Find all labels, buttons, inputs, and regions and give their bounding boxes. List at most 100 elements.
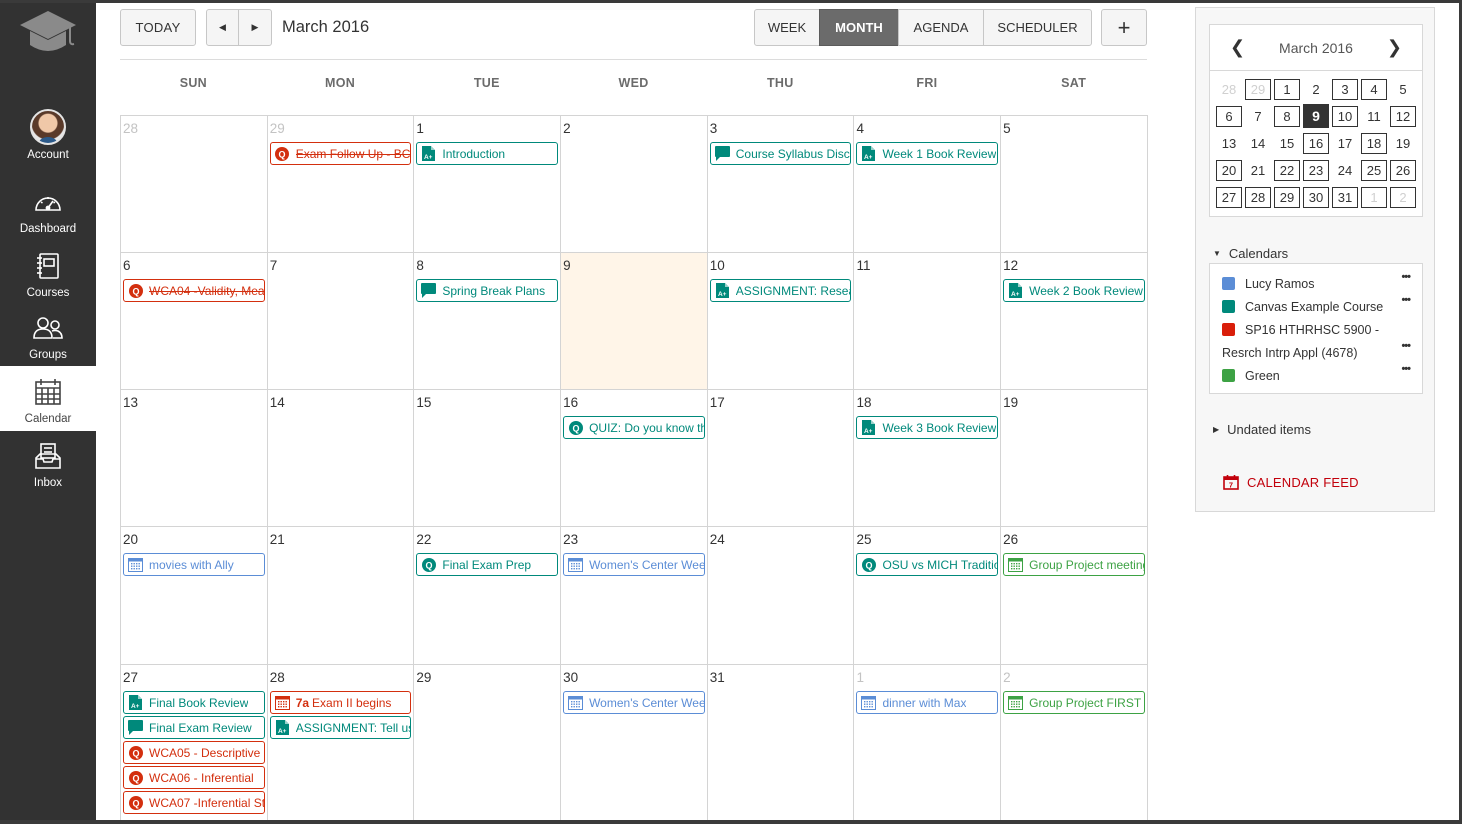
mini-calendar-day[interactable]: 7 <box>1245 106 1271 127</box>
day-cell[interactable]: 6 Q WCA04 -Validity, Measurement <box>121 253 268 390</box>
calendar-event[interactable]: Q WCA07 -Inferential Statistics <box>123 791 265 814</box>
undated-items-toggle[interactable]: ▶ Undated items <box>1213 422 1311 437</box>
more-options-icon[interactable]: ••• <box>1401 340 1411 352</box>
mini-calendar-day[interactable]: 5 <box>1390 79 1416 100</box>
mini-calendar-day[interactable]: 15 <box>1274 133 1300 154</box>
calendar-item[interactable]: SP16 HTHRHSC 5900 - Resrch Intrp Appl (4… <box>1222 318 1422 364</box>
day-cell[interactable]: 14 <box>267 390 415 527</box>
day-cell[interactable]: 27 A+ Final Book Review Final Exam Review Q W… <box>121 665 268 820</box>
mini-calendar-day[interactable]: 16 <box>1303 133 1329 154</box>
calendar-event[interactable]: Group Project meeting <box>1003 553 1145 576</box>
calendar-event[interactable]: dinner with Max <box>856 691 999 714</box>
mini-calendar-day[interactable]: 24 <box>1332 160 1358 181</box>
mini-calendar-day[interactable]: 26 <box>1390 160 1416 181</box>
nav-inbox[interactable]: Inbox <box>0 439 96 491</box>
mini-calendar-day[interactable]: 28 <box>1216 79 1242 100</box>
next-month-button[interactable]: ▶ <box>238 9 272 46</box>
day-number[interactable]: 24 <box>710 530 852 550</box>
mini-calendar-day[interactable]: 28 <box>1245 187 1271 208</box>
graduation-cap-logo-icon[interactable] <box>16 9 80 59</box>
calendar-event[interactable]: Women's Center Week <box>563 691 705 714</box>
day-number[interactable]: 7 <box>270 256 412 276</box>
calendar-item[interactable]: Canvas Example Course ••• <box>1222 294 1422 318</box>
day-number[interactable]: 25 <box>856 530 998 550</box>
day-number[interactable]: 5 <box>1003 119 1145 139</box>
calendar-event[interactable]: A+ Introduction <box>416 142 559 165</box>
mini-calendar-day[interactable]: 10 <box>1332 106 1358 127</box>
day-cell[interactable]: 21 <box>267 527 415 665</box>
day-cell[interactable]: 2 <box>561 116 708 253</box>
day-number[interactable]: 26 <box>1003 530 1145 550</box>
day-cell[interactable]: 28 <box>121 116 268 253</box>
calendar-feed-link[interactable]: 7 CALENDAR FEED <box>1223 474 1359 490</box>
day-cell[interactable]: 20 movies with Ally <box>121 527 268 665</box>
day-number[interactable]: 3 <box>710 119 852 139</box>
day-number[interactable]: 28 <box>270 668 412 688</box>
day-number[interactable]: 6 <box>123 256 265 276</box>
day-number[interactable]: 2 <box>563 119 705 139</box>
mini-calendar-day[interactable]: 1 <box>1361 187 1387 208</box>
mini-calendar-day[interactable]: 25 <box>1361 160 1387 181</box>
day-cell[interactable]: 19 <box>1001 390 1148 527</box>
mini-calendar-day[interactable]: 20 <box>1216 160 1242 181</box>
mini-calendar-day[interactable]: 23 <box>1303 160 1329 181</box>
mini-calendar-day[interactable]: 29 <box>1274 187 1300 208</box>
day-cell[interactable]: 18 A+ Week 3 Book Review <box>854 390 1002 527</box>
day-number[interactable]: 11 <box>856 256 998 276</box>
mini-calendar-day[interactable]: 4 <box>1361 79 1387 100</box>
day-cell[interactable]: 2 Group Project FIRST <box>1001 665 1148 820</box>
mini-calendar-day[interactable]: 29 <box>1245 79 1271 100</box>
day-cell[interactable]: 3 Course Syllabus Discussion <box>707 116 855 253</box>
day-cell[interactable]: 26 Group Project meeting <box>1001 527 1148 665</box>
day-cell[interactable]: 24 <box>707 527 855 665</box>
calendar-color-swatch[interactable] <box>1222 300 1235 313</box>
mini-calendar-day-today[interactable]: 9 <box>1303 104 1329 128</box>
day-number[interactable]: 21 <box>270 530 412 550</box>
calendar-event[interactable]: A+ Week 2 Book Review <box>1003 279 1145 302</box>
calendar-event[interactable]: Group Project FIRST <box>1003 691 1145 714</box>
day-cell[interactable]: 23 Women's Center Week <box>561 527 708 665</box>
mini-calendar-day[interactable]: 30 <box>1303 187 1329 208</box>
mini-calendar-day[interactable]: 17 <box>1332 133 1358 154</box>
calendar-event[interactable]: A+ Final Book Review <box>123 691 265 714</box>
day-number[interactable]: 1 <box>416 119 558 139</box>
day-number[interactable]: 18 <box>856 393 998 413</box>
day-number[interactable]: 27 <box>123 668 265 688</box>
more-options-icon[interactable]: ••• <box>1401 271 1411 283</box>
day-number[interactable]: 16 <box>563 393 705 413</box>
mini-calendar-day[interactable]: 31 <box>1332 187 1358 208</box>
day-cell[interactable]: 15 <box>414 390 562 527</box>
day-number[interactable]: 17 <box>710 393 852 413</box>
calendar-event[interactable]: Q Exam Follow Up - BC <box>269 142 412 165</box>
calendar-color-swatch[interactable] <box>1222 323 1235 336</box>
mini-calendar-day[interactable]: 11 <box>1361 106 1387 127</box>
calendar-event[interactable]: Course Syllabus Discussion <box>709 142 852 165</box>
calendar-event[interactable]: Spring Break Plans <box>416 279 559 302</box>
calendar-event[interactable]: Q WCA05 - Descriptive <box>123 741 265 764</box>
more-options-icon[interactable]: ••• <box>1401 294 1411 306</box>
calendar-event[interactable]: A+ ASSIGNMENT: Tell us <box>269 716 412 739</box>
day-cell-today[interactable]: 9 <box>561 253 708 390</box>
nav-calendar[interactable]: Calendar <box>0 366 96 431</box>
day-number[interactable]: 12 <box>1003 256 1145 276</box>
day-cell[interactable]: 25 Q OSU vs MICH Tradition <box>854 527 1002 665</box>
day-number[interactable]: 29 <box>270 119 412 139</box>
more-options-icon[interactable]: ••• <box>1401 363 1411 375</box>
day-number[interactable]: 28 <box>123 119 265 139</box>
mini-calendar-day[interactable]: 1 <box>1274 79 1300 100</box>
day-cell[interactable]: 13 <box>121 390 268 527</box>
day-number[interactable]: 15 <box>416 393 558 413</box>
day-cell[interactable]: 1 dinner with Max <box>854 665 1002 820</box>
calendar-event[interactable]: Q Final Exam Prep <box>416 553 559 576</box>
mini-calendar-day[interactable]: 19 <box>1390 133 1416 154</box>
calendar-event[interactable]: Q WCA06 - Inferential <box>123 766 265 789</box>
mini-calendar-day[interactable]: 8 <box>1274 106 1300 127</box>
day-cell[interactable]: 1 A+ Introduction <box>414 116 562 253</box>
mini-next-month-icon[interactable]: ❯ <box>1387 37 1402 58</box>
mini-prev-month-icon[interactable]: ❮ <box>1230 37 1245 58</box>
day-number[interactable]: 29 <box>416 668 558 688</box>
mini-calendar-day[interactable]: 6 <box>1216 106 1242 127</box>
day-cell[interactable]: 31 <box>708 665 855 820</box>
mini-calendar-day[interactable]: 3 <box>1332 79 1358 100</box>
mini-calendar-day[interactable]: 18 <box>1361 133 1387 154</box>
